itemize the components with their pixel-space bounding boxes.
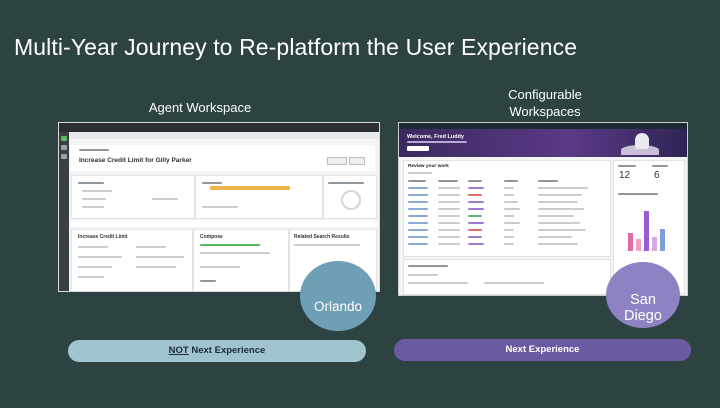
agent-workspace-caption: Agent Workspace	[148, 100, 252, 115]
record-subtabs	[71, 220, 375, 227]
record-title: Increase Credit Limit for Gilly Parker	[79, 157, 192, 164]
not-next-experience-pill: NOT Next Experience	[68, 340, 366, 362]
compose-panel: Compose	[193, 229, 289, 291]
work-list-card: Review your work	[403, 160, 611, 257]
credit-limit-label: Increase Credit Limit	[78, 234, 128, 240]
screenshot-record-header: Increase Credit Limit for Gilly Parker	[71, 145, 375, 171]
timeline-card	[195, 175, 323, 219]
badge-line-1: San	[630, 292, 656, 308]
slide-title: Multi-Year Journey to Re-platform the Us…	[14, 34, 578, 60]
caption-line-2: Workspaces	[509, 104, 581, 119]
banner-button	[407, 146, 429, 151]
slide: Multi-Year Journey to Re-platform the Us…	[0, 0, 720, 408]
badge-line-2: Diego	[624, 308, 662, 324]
metric-critical: 12	[619, 170, 631, 181]
configurable-workspaces-caption: Configurable Workspaces	[470, 86, 620, 120]
welcome-text: Welcome, Fred Luddy	[407, 134, 465, 140]
screenshot-top-nav	[59, 123, 379, 132]
not-label: NOT	[168, 345, 189, 356]
pill-rest-label: Next Experience	[188, 345, 266, 356]
next-experience-pill: Next Experience	[394, 339, 691, 361]
compose-label: Compose	[200, 234, 223, 240]
caption-line-1: Configurable	[508, 87, 582, 102]
astronaut-illustration	[635, 133, 649, 149]
orlando-badge: Orlando	[300, 261, 376, 331]
credit-limit-panel: Increase Credit Limit	[71, 229, 193, 291]
review-work-label: Review your work	[408, 164, 449, 169]
screenshot-tabs	[69, 132, 379, 139]
sentiment-card	[323, 175, 377, 219]
screenshot-side-nav	[59, 132, 69, 291]
customer-card	[71, 175, 195, 219]
welcome-banner: Welcome, Fred Luddy	[399, 129, 687, 157]
related-search-label: Related Search Results	[294, 234, 350, 240]
metric-new: 6	[654, 170, 660, 181]
previous-pages-card	[403, 259, 611, 295]
priority-bar-chart	[622, 205, 680, 251]
san-diego-badge: San Diego	[606, 262, 680, 328]
